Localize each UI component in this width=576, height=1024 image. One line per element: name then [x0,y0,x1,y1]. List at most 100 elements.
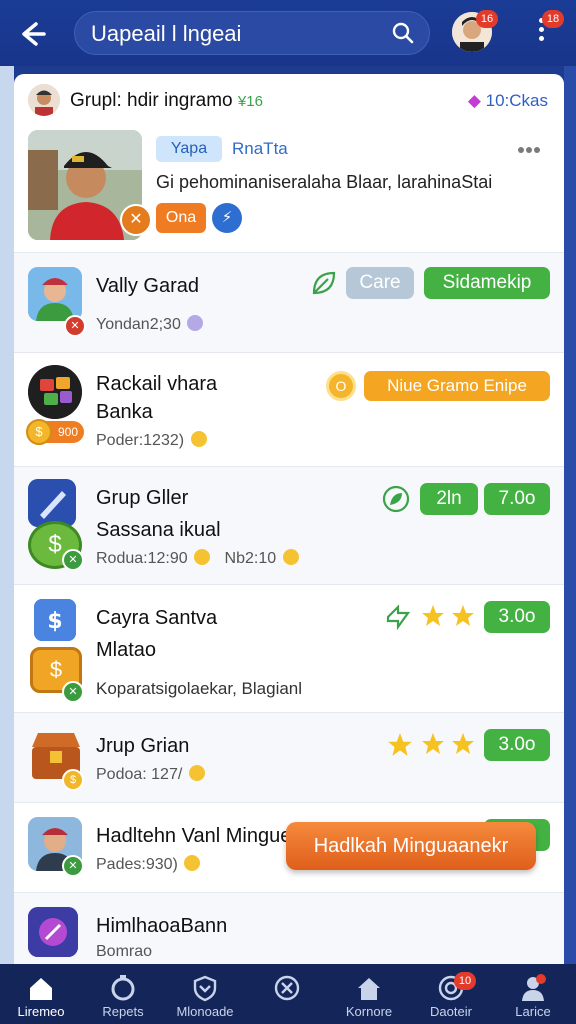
emoji-icon [184,855,201,871]
item-title: Vally Garad [96,275,200,297]
nav-item-kornore[interactable]: Kornore [328,964,410,1024]
star-icon [452,733,474,754]
leaf-icon[interactable] [384,603,412,631]
emoji-icon [190,431,207,447]
crosshair-icon [274,975,300,1001]
list-item[interactable]: 900 $ Rackail vhara Banka Poder:1232) O … [14,352,564,466]
game-thumbnail: $ [34,599,76,641]
price-pill[interactable]: 3.0o [484,729,550,761]
price-pill[interactable]: 7.0o [484,483,550,515]
list-item[interactable]: ✕ Vally Garad Yondan2;30 Care Sidamekip [14,252,564,352]
shield-icon [193,975,217,1002]
sidamekip-button[interactable]: Sidamekip [424,267,550,299]
svg-text:$: $ [47,609,62,634]
gem-icon: ◆ [467,91,481,110]
care-button[interactable]: Care [346,267,414,299]
notification-badge: 16 [476,10,498,28]
nav-item-larice[interactable]: Larice [492,964,574,1024]
group-avatar[interactable] [28,84,60,116]
item-title: Jrup Grian [96,735,190,757]
item-meta: Poder:1232) [96,431,207,450]
background-strip-right [564,66,576,964]
more-options-icon[interactable] [518,140,546,154]
star-icon [452,605,474,626]
search-text: Uapeail l lngeai [91,21,242,46]
back-arrow-icon[interactable] [14,16,50,52]
coin-badge-icon: $ [62,769,84,791]
emoji-icon [282,549,299,565]
star-icon [422,733,444,754]
game-thumbnail [28,479,76,527]
list-item[interactable]: HimlhaoaBann Bomrao [14,892,564,964]
item-subtitle: Mlatao [96,639,157,661]
join-button[interactable]: Hadlkah Minguaanekr [286,822,536,870]
item-meta: Pades:930) [96,855,201,874]
status-badge-icon: ✕ [62,549,84,571]
item-title: Rackail vhara [96,373,218,395]
nav-dot-badge [536,974,546,984]
timer-icon [111,975,135,1001]
nav-item-mlonoade[interactable]: Mlonoade [164,964,246,1024]
status-badge-icon: ✕ [64,315,86,337]
list-item[interactable]: $ ✕ Grup Gller Sassana ikual Rodua:12:90… [14,466,564,584]
emoji-icon [188,765,205,781]
coin-icon: $ [26,419,52,445]
star-icon [422,605,444,626]
search-bar[interactable]: Uapeail l lngeai [74,11,430,55]
item-meta-text-2: Nb2:10 [224,550,277,567]
search-icon[interactable] [391,21,415,45]
share-icon[interactable]: ⚡ [212,203,242,233]
nav-label: Daoteir [430,1004,472,1019]
nav-item-home[interactable]: Liremeo [0,964,82,1024]
top-bar: Uapeail l lngeai 16 18 [0,0,576,66]
bottom-nav: Liremeo Repets Mlonoade Kornore 10 Daote… [0,964,576,1024]
role-chip[interactable]: Yapa [156,136,222,162]
group-profile-card: Grupl: hdir ingramo ¥16 ◆ 10:Ckas ✕ Yapa… [14,74,564,252]
score-pill[interactable]: 2ln [420,483,478,515]
nav-label: Kornore [345,1004,393,1019]
group-title-text: Grupl: hdir ingramo [70,90,233,111]
house-icon [358,978,380,1000]
close-badge-icon[interactable]: ✕ [120,204,152,236]
item-meta-text: Rodua:12:90 [96,550,188,567]
profile-description: Gi pehominaniseralaha Blaar, larahinaSta… [156,172,493,192]
background-strip [0,66,14,964]
item-meta: Yondan2;30 [96,315,204,334]
item-title: HimlhaoaBann [96,915,228,937]
game-thumbnail [28,267,82,321]
item-title: Cayra Santva [96,607,218,629]
item-meta: Koparatsigolaekar, Blagianl [96,679,303,698]
item-meta: Rodua:12:90 Nb2:10 [96,549,299,568]
coin-circle-icon[interactable]: O [326,371,356,401]
group-title: Grupl: hdir ingramo ¥16 [70,90,263,112]
nav-item-center[interactable] [246,964,328,1024]
leaf-icon[interactable] [382,485,410,513]
item-meta-text: Yondan2;30 [96,316,181,333]
star-icon [388,733,412,756]
status-badge-icon: ✕ [62,681,84,703]
nav-label: Repets [102,1004,144,1019]
item-meta: Podoa: 127/ [96,765,205,784]
profile-action-button[interactable]: Ona [156,203,206,233]
nav-label: Larice [515,1004,551,1019]
gem-count: ◆ 10:Ckas [468,91,548,111]
nav-label: Liremeo [17,1004,65,1019]
coin-value: 900 [57,425,78,439]
nav-badge: 10 [454,972,476,990]
item-subtitle: Sassana ikual [96,519,221,541]
profile-name[interactable]: RnaTta [232,139,288,159]
item-meta-text: Pades:930) [96,856,178,873]
leaf-icon[interactable] [310,269,338,297]
niue-gramo-button[interactable]: Niue Gramo Enipe [364,371,550,401]
item-meta-text: Poder:1232) [96,432,185,449]
price-pill[interactable]: 3.0o [484,601,550,633]
item-subtitle: Banka [96,401,153,423]
nav-label: Mlonoade [176,1004,234,1019]
game-thumbnail [28,907,78,957]
list-item[interactable]: $ Jrup Grian Podoa: 127/ 3.0o [14,712,564,802]
nav-item-repets[interactable]: Repets [82,964,164,1024]
game-thumbnail [28,365,82,419]
nav-item-daoteir[interactable]: 10 Daoteir [410,964,492,1024]
group-title-tag: ¥16 [237,93,263,110]
list-item[interactable]: $ $ ✕ Cayra Santva Mlatao Koparatsigolae… [14,584,564,712]
